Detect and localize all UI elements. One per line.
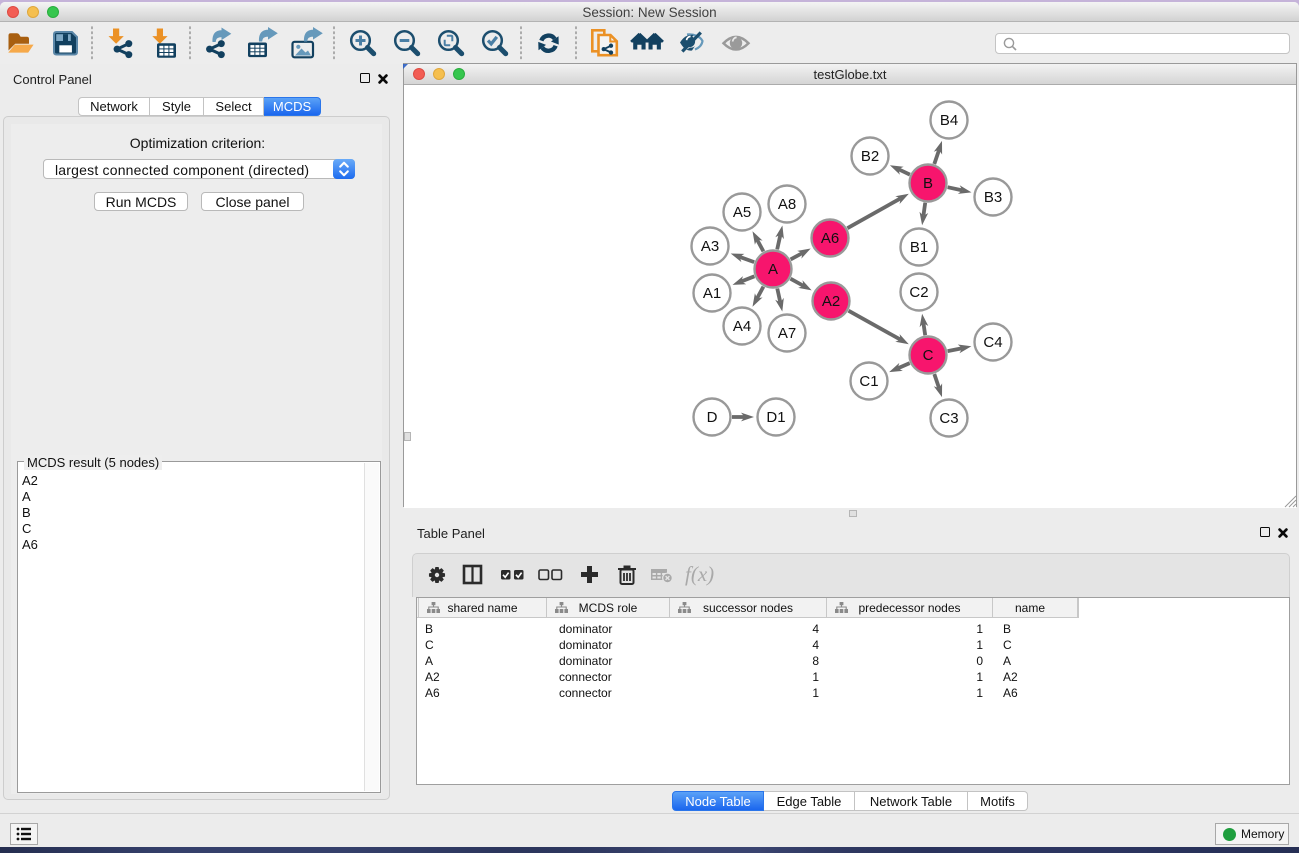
svg-text:A3: A3 (701, 238, 719, 255)
svg-text:B1: B1 (910, 239, 928, 256)
svg-text:C4: C4 (983, 334, 1002, 351)
svg-text:A4: A4 (733, 318, 751, 335)
svg-text:A1: A1 (703, 285, 721, 302)
svg-text:B: B (923, 175, 933, 192)
svg-text:C1: C1 (859, 373, 878, 390)
svg-text:f(x): f(x) (685, 562, 714, 586)
svg-text:B3: B3 (984, 189, 1002, 206)
svg-text:D: D (707, 409, 718, 426)
svg-text:A2: A2 (822, 293, 840, 310)
svg-text:D1: D1 (766, 409, 785, 426)
svg-text:A: A (768, 261, 778, 278)
svg-text:A8: A8 (778, 196, 796, 213)
svg-text:C3: C3 (939, 410, 958, 427)
svg-text:C2: C2 (909, 284, 928, 301)
svg-text:B2: B2 (861, 148, 879, 165)
svg-text:A6: A6 (821, 230, 839, 247)
svg-text:A5: A5 (733, 204, 751, 221)
svg-text:A7: A7 (778, 325, 796, 342)
svg-text:C: C (923, 347, 934, 364)
svg-text:B4: B4 (940, 112, 958, 129)
